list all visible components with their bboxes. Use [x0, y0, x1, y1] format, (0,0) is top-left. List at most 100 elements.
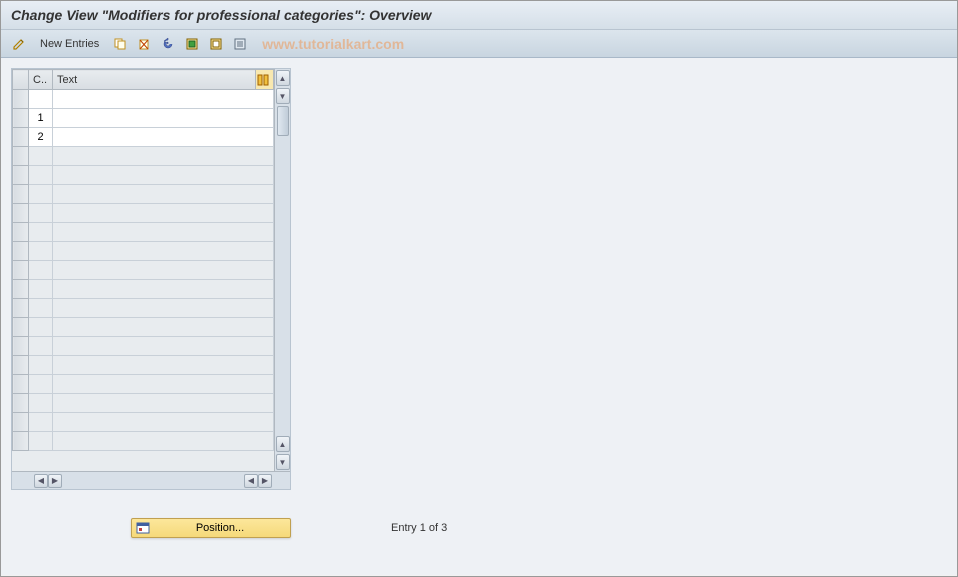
row-selector[interactable]	[13, 432, 29, 451]
delete-icon[interactable]	[134, 34, 154, 54]
table-config-icon[interactable]	[256, 70, 274, 90]
text-input[interactable]	[53, 90, 273, 108]
table-row: 2	[13, 128, 274, 147]
cell-text	[53, 432, 274, 451]
row-selector[interactable]	[13, 90, 29, 109]
copy-icon[interactable]	[110, 34, 130, 54]
cell-c	[29, 318, 53, 337]
row-selector[interactable]	[13, 128, 29, 147]
row-selector[interactable]	[13, 109, 29, 128]
row-selector[interactable]	[13, 242, 29, 261]
column-header-text[interactable]: Text	[53, 70, 256, 90]
cell-c	[29, 223, 53, 242]
table-row	[13, 394, 274, 413]
row-selector[interactable]	[13, 337, 29, 356]
vertical-scrollbar[interactable]: ▲ ▼ ▲ ▼	[274, 69, 290, 471]
cell-c	[29, 337, 53, 356]
cell-c[interactable]: 2	[29, 128, 53, 147]
cell-text	[53, 242, 274, 261]
text-input[interactable]	[53, 128, 273, 146]
position-button-label: Position...	[154, 522, 286, 534]
cell-c[interactable]	[29, 90, 53, 109]
cell-text	[53, 394, 274, 413]
position-button[interactable]: Position...	[131, 518, 291, 538]
scroll-down-bottom-icon[interactable]: ▼	[276, 454, 290, 470]
table-row	[13, 223, 274, 242]
cell-c	[29, 147, 53, 166]
cell-text	[53, 337, 274, 356]
cell-text[interactable]	[53, 90, 274, 109]
scroll-up-icon[interactable]: ▲	[276, 70, 290, 86]
cell-c[interactable]: 1	[29, 109, 53, 128]
row-selector[interactable]	[13, 261, 29, 280]
scroll-left-icon[interactable]: ◀	[34, 474, 48, 488]
cell-c	[29, 394, 53, 413]
cell-text	[53, 280, 274, 299]
select-all-icon[interactable]	[182, 34, 202, 54]
toolbar: New Entries www.tutorialkart.com	[1, 30, 957, 58]
deselect-all-icon[interactable]	[206, 34, 226, 54]
cell-text[interactable]	[53, 109, 274, 128]
cell-c	[29, 432, 53, 451]
position-icon	[136, 521, 150, 535]
footer: Position... Entry 1 of 3	[11, 518, 611, 538]
table-row	[13, 90, 274, 109]
entry-status: Entry 1 of 3	[391, 522, 447, 534]
table-row	[13, 299, 274, 318]
table-row	[13, 375, 274, 394]
scroll-left-end-icon[interactable]: ◀	[244, 474, 258, 488]
cell-c	[29, 242, 53, 261]
row-selector[interactable]	[13, 166, 29, 185]
row-selector[interactable]	[13, 147, 29, 166]
scroll-up-bottom-icon[interactable]: ▲	[276, 436, 290, 452]
horizontal-scrollbar[interactable]: ◀ ▶ ◀ ▶	[12, 471, 290, 489]
data-table: C.. Text 12 ▲ ▼ ▲ ▼	[11, 68, 291, 490]
table-row	[13, 337, 274, 356]
content-area: C.. Text 12 ▲ ▼ ▲ ▼	[1, 58, 957, 575]
undo-icon[interactable]	[158, 34, 178, 54]
row-selector[interactable]	[13, 185, 29, 204]
row-selector[interactable]	[13, 356, 29, 375]
row-selector[interactable]	[13, 280, 29, 299]
scroll-thumb[interactable]	[277, 106, 289, 136]
watermark-text: www.tutorialkart.com	[262, 36, 404, 52]
table-row	[13, 280, 274, 299]
cell-text	[53, 356, 274, 375]
text-input[interactable]	[53, 109, 273, 127]
table-row	[13, 261, 274, 280]
row-selector[interactable]	[13, 394, 29, 413]
cell-c	[29, 166, 53, 185]
cell-text	[53, 204, 274, 223]
toggle-change-icon[interactable]	[9, 34, 29, 54]
row-selector[interactable]	[13, 299, 29, 318]
cell-c	[29, 413, 53, 432]
row-selector[interactable]	[13, 375, 29, 394]
page-title: Change View "Modifiers for professional …	[11, 7, 947, 23]
table-row: 1	[13, 109, 274, 128]
table-row	[13, 147, 274, 166]
row-selector-header[interactable]	[13, 70, 29, 90]
cell-text	[53, 318, 274, 337]
column-header-c[interactable]: C..	[29, 70, 53, 90]
table-row	[13, 432, 274, 451]
row-selector[interactable]	[13, 204, 29, 223]
cell-c	[29, 261, 53, 280]
cell-text	[53, 261, 274, 280]
table-row	[13, 318, 274, 337]
cell-c	[29, 356, 53, 375]
print-icon[interactable]	[230, 34, 250, 54]
scroll-right-end-icon[interactable]: ▶	[258, 474, 272, 488]
cell-c	[29, 204, 53, 223]
row-selector[interactable]	[13, 223, 29, 242]
cell-text[interactable]	[53, 128, 274, 147]
cell-text	[53, 375, 274, 394]
cell-text	[53, 223, 274, 242]
table-row	[13, 356, 274, 375]
row-selector[interactable]	[13, 413, 29, 432]
scroll-down-icon[interactable]: ▼	[276, 88, 290, 104]
row-selector[interactable]	[13, 318, 29, 337]
scroll-right-icon[interactable]: ▶	[48, 474, 62, 488]
new-entries-button[interactable]: New Entries	[33, 34, 106, 54]
cell-text	[53, 413, 274, 432]
cell-text	[53, 147, 274, 166]
